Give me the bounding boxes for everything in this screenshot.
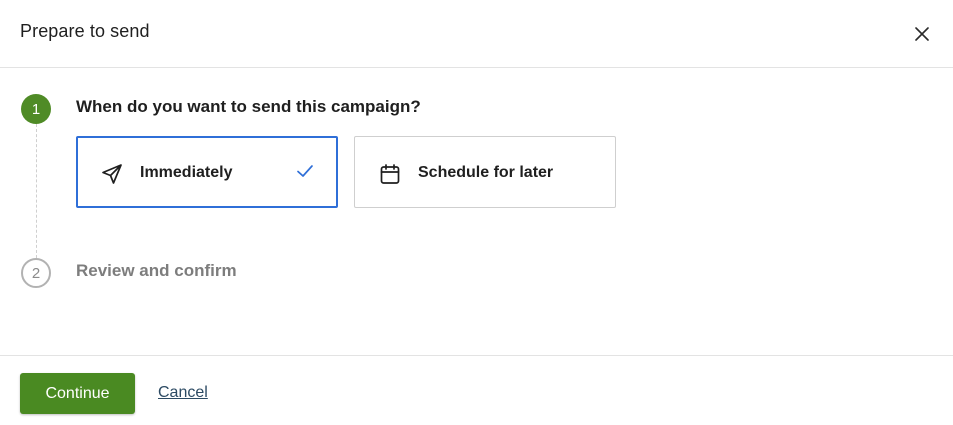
step-1-indicator: 1 [21,94,51,124]
dialog-footer: Continue Cancel [0,355,953,425]
option-immediately[interactable]: Immediately [76,136,338,208]
option-schedule-label: Schedule for later [418,164,554,181]
dialog-title: Prepare to send [20,21,150,41]
cancel-link[interactable]: Cancel [158,384,208,402]
continue-button[interactable]: Continue [20,373,135,414]
dialog-header: Prepare to send [0,0,953,68]
calendar-icon [380,164,400,184]
step-2-heading: Review and confirm [76,261,237,280]
close-button[interactable] [911,23,933,45]
step-1-heading: When do you want to send this campaign? [76,97,421,116]
step-connector [36,124,37,258]
close-icon[interactable] [915,27,929,41]
option-schedule-for-later[interactable]: Schedule for later [354,136,616,208]
checkmark-icon [297,165,313,177]
step-2-indicator: 2 [21,258,51,288]
send-icon [102,164,122,184]
option-immediately-label: Immediately [140,164,233,181]
